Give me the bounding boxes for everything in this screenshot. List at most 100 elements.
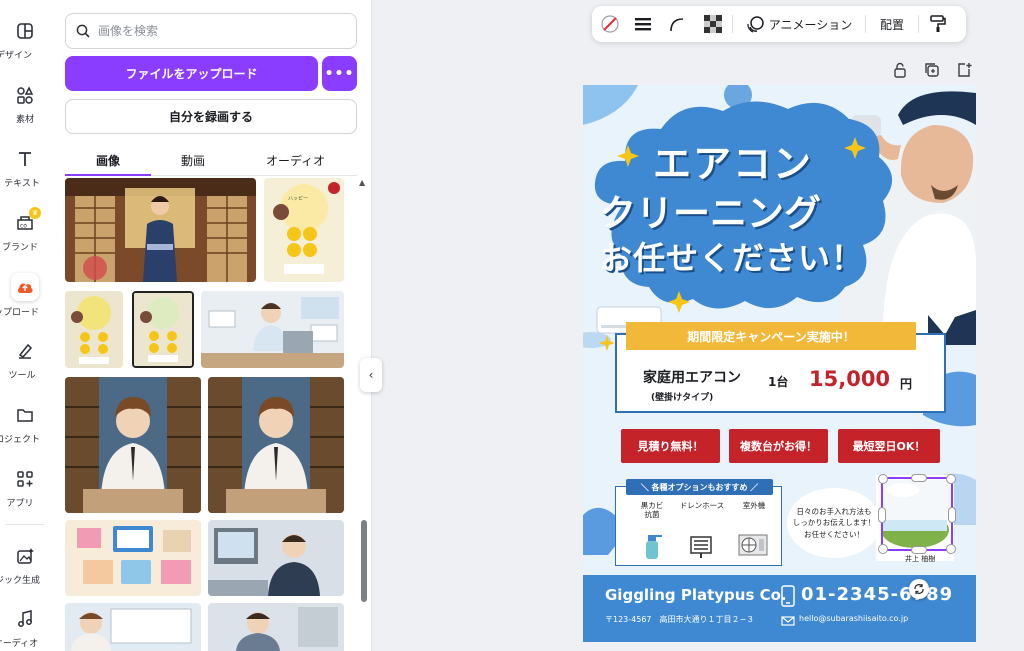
care-tips-text: 日々のお手入れ方法も しっかりお伝えします！ お任せください！ [792,507,876,539]
resize-handle[interactable] [948,507,956,523]
upload-thumbnail-office-man[interactable] [201,291,344,368]
rail-item-apps[interactable]: アプリ [0,468,50,509]
copy-style-button[interactable] [919,6,957,42]
next-day-badge[interactable]: 最短翌日OK！ [838,429,940,463]
care-tips-bubble[interactable]: 日々のお手入れ方法も しっかりお伝えします！ お任せください！ [787,488,881,558]
resize-handle[interactable] [878,544,888,554]
price-value: 15,000 [809,367,891,391]
lock-icon[interactable] [890,60,910,80]
rail-item-elements[interactable]: 素材 [0,84,50,125]
rail-item-projects[interactable]: プロジェクト [0,404,50,445]
headline-line-3[interactable]: お任せください！ [600,233,864,279]
rail-item-design[interactable]: デザイン [0,20,50,61]
rail-item-brand[interactable]: co ♛ ブランド [0,207,50,253]
rail-item-audio[interactable]: オーディオ [0,608,50,649]
rail-item-text[interactable]: テキスト [0,148,50,189]
staff-name: 井上 柚樹 [905,555,936,563]
multi-unit-badge[interactable]: 複数台がお得！ [729,429,828,463]
option-mold-label: 黒カビ 抗菌 [640,501,664,519]
search-box[interactable] [65,13,357,49]
upload-thumbnail-kimono[interactable] [65,178,256,282]
upload-thumbnail-devices[interactable] [65,520,201,596]
rail-label: ツール [8,371,36,381]
resize-handle[interactable] [911,546,927,554]
search-input[interactable] [98,24,338,38]
transparency-button[interactable] [694,6,732,42]
corner-rounding-button[interactable] [658,6,694,42]
selected-image-frame[interactable] [878,474,956,554]
rail-label: アップロード [0,308,39,318]
add-page-icon[interactable] [954,60,974,80]
border-style-button[interactable] [628,6,658,42]
phone-icon [781,585,795,607]
upload-thumbnail-flyer-2[interactable] [65,291,123,368]
more-options-button[interactable]: ••• [322,56,357,91]
layout-icon [14,20,36,42]
position-button[interactable]: 配置 [866,6,918,42]
tab-audio[interactable]: オーディオ [266,152,325,169]
scroll-up-icon[interactable]: ▲ [359,178,365,187]
upload-thumbnail-presenter[interactable] [65,603,201,651]
product-subtitle: (壁掛けタイプ) [651,393,714,403]
upload-files-button[interactable]: ファイルをアップロード [65,56,318,91]
upload-thumbnail-phone-man[interactable] [208,520,344,596]
rail-label: プロジェクト [0,435,40,445]
svg-text:co: co [20,223,27,230]
element-toolbar: アニメーション 配置 [592,6,966,42]
resize-handle[interactable] [946,474,956,484]
outdoor-unit-icon [738,534,768,556]
animate-button[interactable]: アニメーション [733,6,865,42]
headline-line-2[interactable]: クリーニング [599,183,821,237]
resize-handle[interactable] [878,507,886,523]
border-style-icon [635,18,651,31]
corner-radius-icon [670,18,684,32]
color-button[interactable] [592,6,628,42]
tab-videos[interactable]: 動画 [181,152,205,169]
folder-icon [14,404,36,426]
rail-item-tools[interactable]: ツール [0,340,50,381]
tab-images[interactable]: 画像 [96,152,120,169]
rail-item-magic[interactable]: マジック生成 [0,545,50,586]
rail-label: アプリ [6,499,34,509]
apps-icon [14,468,36,490]
campaign-banner[interactable]: 期間限定キャンペーン実施中！ [626,322,916,350]
option-outdoor-label: 室外機 [742,501,766,510]
mail-icon [781,616,795,626]
panel-scrollbar-thumb[interactable] [361,520,367,602]
resize-handle[interactable] [946,544,956,554]
upload-thumbnail-anime-man-1[interactable] [65,377,201,513]
record-yourself-button[interactable]: 自分を録画する [65,99,357,134]
animate-label: アニメーション [768,17,853,32]
free-estimate-badge[interactable]: 見積り無料！ [621,429,720,463]
cloud-upload-icon [11,273,39,301]
duplicate-page-icon[interactable] [922,60,942,80]
upload-thumbnail-flyer-1[interactable]: ハッピー [264,178,344,282]
headline-line-1[interactable]: エアコン [653,133,813,188]
upload-thumbnail-flyer-3[interactable] [132,291,194,368]
search-icon [76,24,90,38]
rotate-handle[interactable] [909,579,929,599]
upload-thumbnail-office-2[interactable] [208,603,344,651]
spray-bottle-icon [646,535,662,559]
active-tab-underline [65,174,151,176]
rail-item-uploads[interactable]: アップロード [0,273,50,318]
rail-label: ブランド [1,243,38,253]
uploads-panel: ファイルをアップロード ••• 自分を録画する 画像 動画 オーディオ ハッピー [50,0,372,651]
email: hello@subarashiisaito.co.jp [799,614,909,623]
company-name: Giggling Platypus Co. [605,586,787,604]
left-rail: デザイン 素材 テキスト co ♛ ブランド アップロード ツール [0,0,50,651]
design-canvas-page[interactable]: エアコン クリーニング お任せください！ 家庭用エアコン (壁掛けタイプ) 1台… [583,85,976,642]
crown-icon: ♛ [29,207,41,219]
rail-label: マジック生成 [0,576,40,586]
unit-label: 1台 [768,375,789,389]
option-drain-label: ドレンホース [679,501,725,510]
currency-label: 円 [900,377,913,391]
drain-hose-icon [690,536,712,558]
collapse-panel-button[interactable]: ‹ [360,358,382,392]
options-box[interactable]: ＼ 各種オプションもおすすめ ／ 黒カビ 抗菌 ドレンホース 室外機 [615,479,782,566]
upload-thumbnail-anime-man-2[interactable] [208,377,344,513]
svg-text:ハッピー: ハッピー [288,196,308,202]
rail-label: オーディオ [0,639,39,649]
resize-handle[interactable] [911,474,927,482]
resize-handle[interactable] [878,474,888,484]
